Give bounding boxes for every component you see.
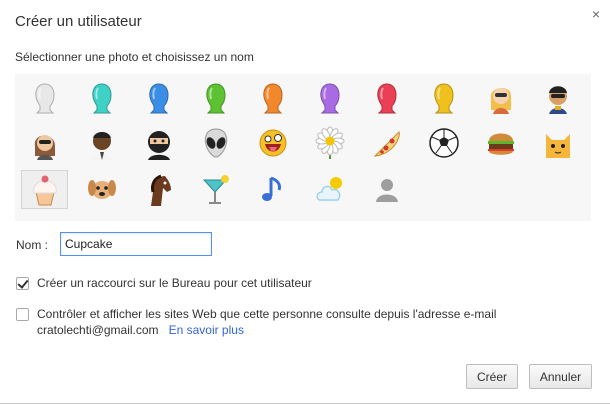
avatar-option[interactable]	[249, 78, 296, 117]
avatar-option[interactable]	[306, 170, 353, 209]
blonde-woman-icon	[485, 80, 517, 116]
puppy-icon	[86, 172, 118, 208]
avatar-option[interactable]	[21, 78, 68, 117]
avatar-option[interactable]	[78, 170, 125, 209]
avatar-option[interactable]	[249, 124, 296, 163]
generic-avatar-icon	[371, 172, 403, 208]
name-label: Nom :	[16, 238, 49, 252]
horse-icon	[143, 172, 175, 208]
cupcake-icon	[29, 172, 61, 208]
avatar-option[interactable]	[135, 124, 182, 163]
cocktail-icon	[200, 172, 232, 208]
avatar-option[interactable]	[21, 124, 68, 163]
avatar-option[interactable]	[78, 124, 125, 163]
avatar-option[interactable]	[420, 78, 467, 117]
alien-icon	[200, 126, 232, 162]
avatar-option[interactable]	[363, 78, 410, 117]
silhouette-red-icon	[371, 80, 403, 116]
silhouette-green-icon	[200, 80, 232, 116]
soccer-ball-icon	[428, 126, 460, 162]
avatar-option[interactable]	[135, 170, 182, 209]
shortcut-label: Créer un raccourci sur le Bureau pour ce…	[37, 276, 312, 290]
sunglasses-man-icon	[542, 80, 574, 116]
daisy-icon	[314, 126, 346, 162]
avatar-option[interactable]	[477, 124, 524, 163]
shortcut-checkbox[interactable]	[16, 277, 29, 290]
avatar-option[interactable]	[21, 170, 68, 209]
avatar-option[interactable]	[192, 124, 239, 163]
supervise-checkbox[interactable]	[16, 308, 29, 321]
supervise-email: cratolechti@gmail.com	[37, 323, 159, 337]
dialog-title: Créer un utilisateur	[15, 13, 142, 30]
avatar-option[interactable]	[534, 78, 581, 117]
silhouette-teal-icon	[86, 80, 118, 116]
supervise-email-line: cratolechti@gmail.com En savoir plus	[37, 322, 244, 338]
woman-sunglasses-icon	[29, 126, 61, 162]
smiley-icon	[257, 126, 289, 162]
avatar-option[interactable]	[420, 124, 467, 163]
learn-more-link[interactable]: En savoir plus	[169, 323, 244, 337]
avatar-option[interactable]	[249, 170, 296, 209]
cat-icon	[542, 126, 574, 162]
avatar-option[interactable]	[363, 170, 410, 209]
dark-man-icon	[86, 126, 118, 162]
supervise-label: Contrôler et afficher les sites Web que …	[37, 307, 497, 321]
burger-icon	[485, 126, 517, 162]
silhouette-orange-icon	[257, 80, 289, 116]
cancel-button[interactable]: Annuler	[529, 364, 592, 389]
silhouette-white-icon	[29, 80, 61, 116]
silhouette-blue-icon	[143, 80, 175, 116]
instruction-text: Sélectionner une photo et choisissez un …	[15, 50, 254, 64]
create-user-dialog: Créer un utilisateur × Sélectionner une …	[0, 0, 610, 404]
silhouette-yellow-icon	[428, 80, 460, 116]
close-icon[interactable]: ×	[588, 6, 604, 22]
pizza-icon	[371, 126, 403, 162]
ninja-icon	[143, 126, 175, 162]
avatar-option[interactable]	[534, 124, 581, 163]
name-input[interactable]	[60, 232, 212, 256]
avatar-option[interactable]	[363, 124, 410, 163]
avatar-option[interactable]	[477, 78, 524, 117]
music-note-icon	[257, 172, 289, 208]
avatar-option[interactable]	[306, 78, 353, 117]
avatar-option[interactable]	[192, 78, 239, 117]
avatar-option[interactable]	[78, 78, 125, 117]
avatar-option[interactable]	[306, 124, 353, 163]
cloud-sun-icon	[314, 172, 346, 208]
avatar-option[interactable]	[135, 78, 182, 117]
create-button[interactable]: Créer	[466, 364, 518, 389]
silhouette-purple-icon	[314, 80, 346, 116]
avatar-grid	[15, 74, 591, 221]
avatar-option[interactable]	[192, 170, 239, 209]
